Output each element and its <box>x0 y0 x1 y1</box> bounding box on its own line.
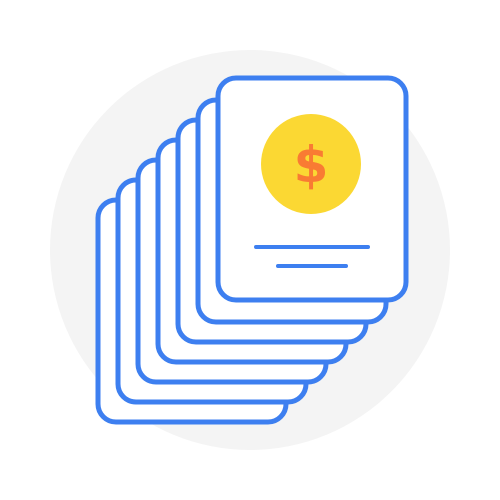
icon-canvas: $ <box>0 0 500 500</box>
invoice-stack-icon: $ <box>50 50 450 450</box>
dollar-sign-icon: $ <box>294 136 329 194</box>
